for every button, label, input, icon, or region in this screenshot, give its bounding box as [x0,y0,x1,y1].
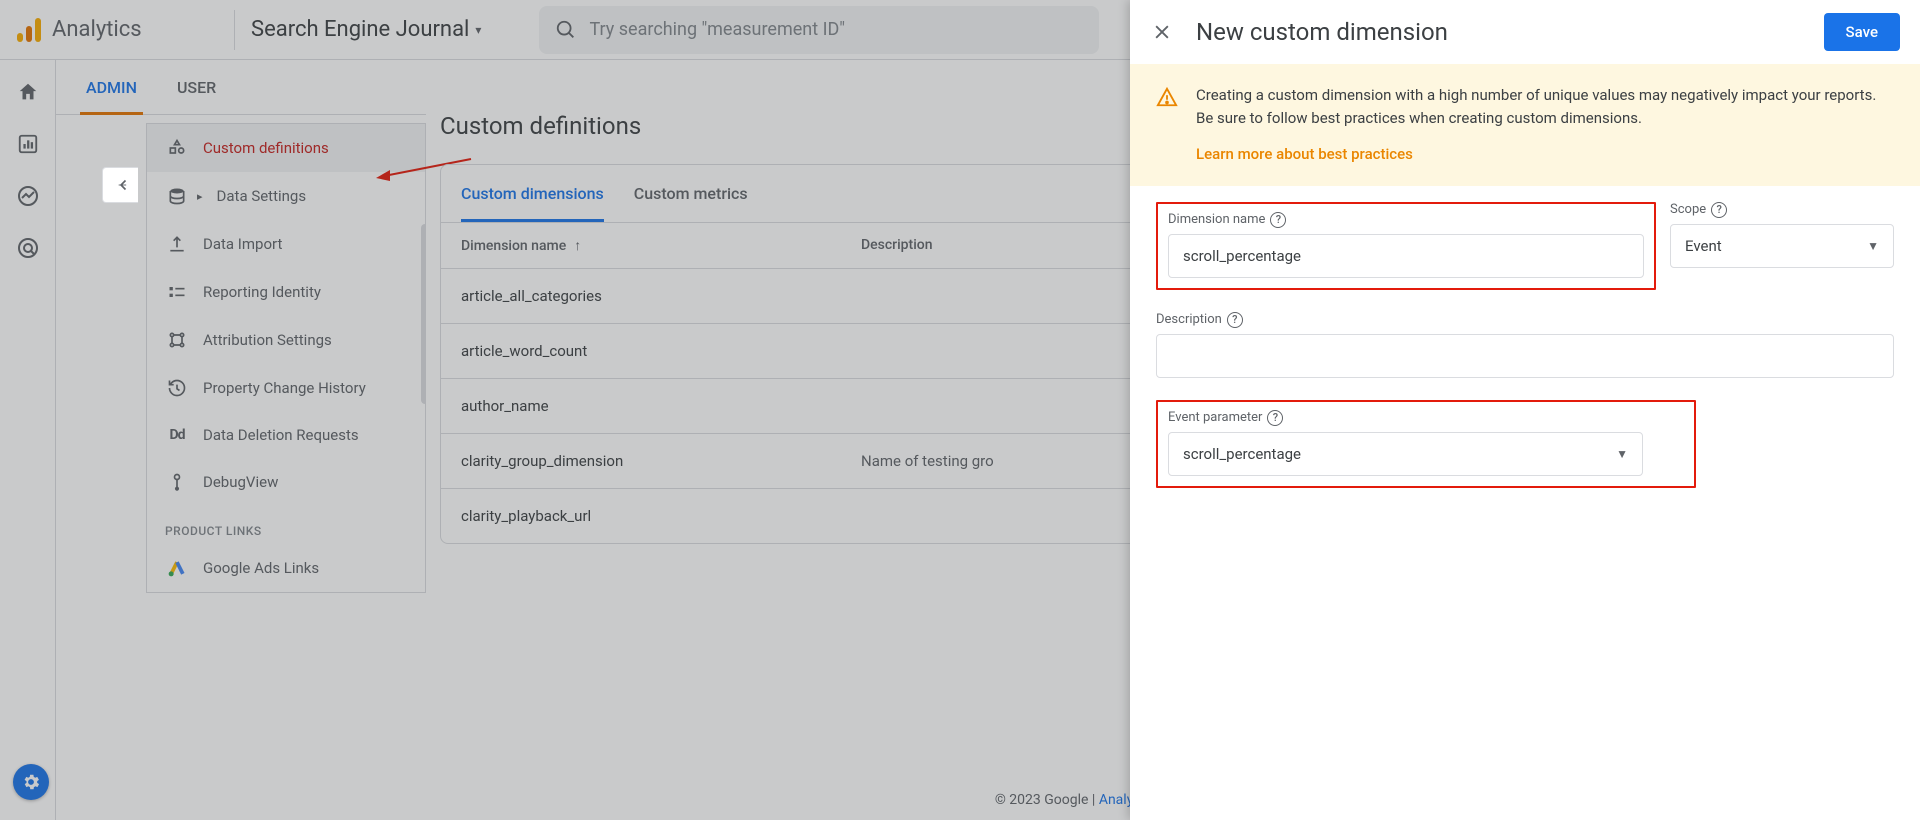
deletion-icon: Dd [165,427,189,443]
menu-debugview[interactable]: DebugView [147,458,425,506]
save-button[interactable]: Save [1824,13,1900,51]
product-links-heading: PRODUCT LINKS [147,506,425,544]
label-text: Event parameter [1168,410,1262,425]
cell-name: clarity_playback_url [461,507,861,525]
scope-label: Scope ? [1670,202,1894,218]
admin-menu-wrap: Custom definitions ▸ Data Settings Data … [56,115,426,593]
admin-tabs: ADMIN USER [56,60,426,115]
description-input[interactable] [1156,334,1894,378]
custom-definitions-icon [165,138,189,158]
tab-custom-metrics[interactable]: Custom metrics [634,165,748,222]
panel-body: Dimension name ? Scope ? Event ▼ D [1130,186,1920,504]
warning-icon [1156,86,1178,166]
help-icon[interactable]: ? [1711,202,1727,218]
dimension-name-input[interactable] [1168,234,1644,278]
sort-asc-icon: ↑ [574,237,581,254]
cell-name: clarity_group_dimension [461,452,861,470]
debug-icon [165,472,189,492]
appbar-logo: Analytics [12,17,222,43]
menu-label: Property Change History [203,379,366,397]
panel-title: New custom dimension [1196,18,1802,46]
label-text: Dimension name [1168,212,1265,227]
cell-name: article_all_categories [461,287,861,305]
menu-label: Reporting Identity [203,283,321,301]
new-dimension-panel: New custom dimension Save Creating a cus… [1130,0,1920,820]
menu-reporting-identity[interactable]: Reporting Identity [147,268,425,316]
menu-label: Data Deletion Requests [203,426,359,444]
caret-down-icon: ▼ [1616,447,1628,461]
left-rail [0,60,56,820]
menu-data-settings[interactable]: ▸ Data Settings [147,172,425,220]
menu-label: Data Settings [217,187,307,205]
caret-down-icon: ▾ [475,23,481,37]
database-icon [165,186,189,206]
menu-google-ads-links[interactable]: Google Ads Links [147,544,425,592]
collapse-button[interactable] [102,167,138,203]
dimension-name-label: Dimension name ? [1168,212,1644,228]
admin-gear-button[interactable] [13,764,49,800]
scope-select[interactable]: Event ▼ [1670,224,1894,268]
menu-label: Attribution Settings [203,331,332,349]
tab-custom-dimensions[interactable]: Custom dimensions [461,165,604,222]
label-text: Scope [1670,202,1706,217]
menu-label: DebugView [203,473,278,491]
admin-menu: Custom definitions ▸ Data Settings Data … [146,123,426,593]
label-text: Description [1156,312,1222,327]
warning-banner: Creating a custom dimension with a high … [1130,64,1920,186]
menu-label: Google Ads Links [203,559,319,577]
menu-custom-definitions[interactable]: Custom definitions [147,124,425,172]
tab-admin[interactable]: ADMIN [86,60,137,114]
event-parameter-value: scroll_percentage [1183,445,1301,463]
cell-name: author_name [461,397,861,415]
caret-down-icon: ▼ [1867,239,1879,253]
property-selector[interactable]: Search Engine Journal ▾ [234,10,497,50]
warning-text: Creating a custom dimension with a high … [1196,84,1890,166]
menu-attribution-settings[interactable]: Attribution Settings [147,316,425,364]
upload-icon [165,234,189,254]
expand-icon: ▸ [197,190,203,203]
home-icon[interactable] [16,80,40,104]
event-parameter-select[interactable]: scroll_percentage ▼ [1168,432,1643,476]
admin-sidebar: ADMIN USER Custom definitions ▸ Data Set… [56,60,426,820]
help-icon[interactable]: ? [1227,312,1243,328]
dimension-name-highlight: Dimension name ? [1156,202,1656,290]
scope-value: Event [1685,237,1722,255]
property-name: Search Engine Journal [251,17,469,42]
col-label: Dimension name [461,238,566,254]
product-name: Analytics [52,17,142,42]
event-parameter-highlight: Event parameter ? scroll_percentage ▼ [1156,400,1696,488]
explore-icon[interactable] [16,184,40,208]
scope-group: Scope ? Event ▼ [1670,202,1894,290]
menu-data-deletion-requests[interactable]: Dd Data Deletion Requests [147,412,425,458]
menu-label: Data Import [203,235,282,253]
panel-header: New custom dimension Save [1130,0,1920,64]
copyright: © 2023 Google [995,792,1089,808]
search-bar[interactable] [539,6,1099,54]
description-label: Description ? [1156,312,1894,328]
help-icon[interactable]: ? [1270,212,1286,228]
search-input[interactable] [589,20,1083,39]
search-icon [555,19,577,41]
analytics-logo-icon [16,17,42,43]
tab-user[interactable]: USER [177,60,216,114]
learn-more-link[interactable]: Learn more about best practices [1196,143,1413,166]
warning-message: Creating a custom dimension with a high … [1196,86,1876,127]
menu-property-change-history[interactable]: Property Change History [147,364,425,412]
reports-icon[interactable] [16,132,40,156]
history-icon [165,378,189,398]
advertising-icon[interactable] [16,236,40,260]
identity-icon [165,282,189,302]
col-dimension-name[interactable]: Dimension name ↑ [461,237,861,254]
cell-name: article_word_count [461,342,861,360]
menu-label: Custom definitions [203,139,329,157]
dimension-name-group: Dimension name ? [1168,212,1644,278]
close-button[interactable] [1150,20,1174,44]
attribution-icon [165,330,189,350]
event-parameter-label: Event parameter ? [1168,410,1684,426]
menu-data-import[interactable]: Data Import [147,220,425,268]
google-ads-icon [165,558,189,578]
event-parameter-group: Event parameter ? scroll_percentage ▼ [1168,410,1684,476]
help-icon[interactable]: ? [1267,410,1283,426]
description-group: Description ? [1156,312,1894,378]
